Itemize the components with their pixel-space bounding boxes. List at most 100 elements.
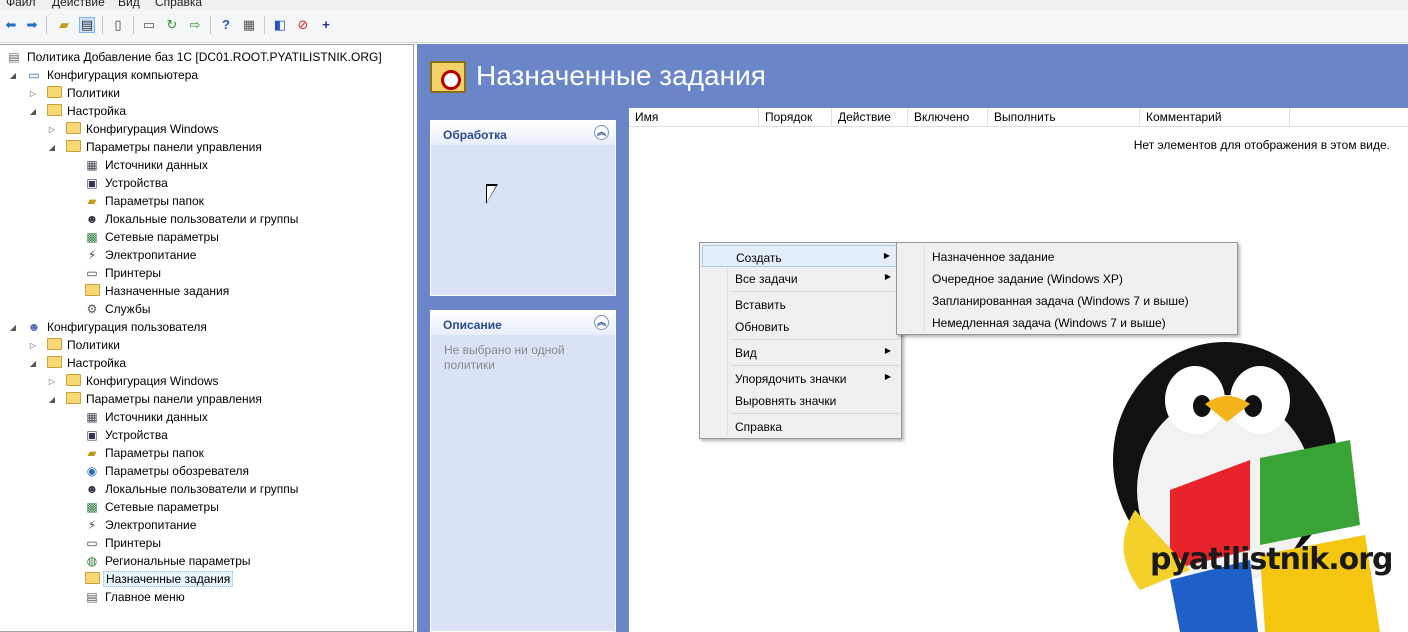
- export-icon[interactable]: ⇨: [187, 17, 203, 33]
- tree-u-printers[interactable]: ▭ Принтеры: [84, 534, 163, 552]
- menu-item-arrange-icons[interactable]: Упорядочить значки ▶: [702, 367, 899, 389]
- tree-c-local-users[interactable]: ☻ Локальные пользователи и группы: [84, 210, 300, 228]
- collapse-arrow-icon[interactable]: ◢: [47, 395, 57, 404]
- column-enabled[interactable]: Включено: [908, 108, 988, 127]
- tree-u-policies[interactable]: ▷ Политики: [28, 336, 122, 354]
- menu-help[interactable]: Справка: [155, 0, 202, 9]
- browser-icon: ◉: [86, 464, 98, 478]
- column-name[interactable]: Имя: [629, 108, 759, 127]
- tree-u-devices[interactable]: ▣ Устройства: [84, 426, 170, 444]
- expand-arrow-icon[interactable]: ▷: [28, 89, 38, 98]
- tree-u-regional[interactable]: ◍ Региональные параметры: [84, 552, 253, 570]
- menu-separator: [731, 413, 899, 414]
- help-icon[interactable]: ?: [218, 17, 234, 33]
- tree-c-devices[interactable]: ▣ Устройства: [84, 174, 170, 192]
- tree-root[interactable]: ▤ Политика Добавление баз 1С [DC01.ROOT.…: [6, 48, 384, 66]
- menu-separator: [731, 339, 899, 340]
- submenu-scheduled-win7[interactable]: Запланированная задача (Windows 7 и выше…: [899, 289, 1235, 311]
- submenu-arrow-icon: ▶: [884, 372, 891, 381]
- watermark-text: pyatilistnik.org: [1150, 542, 1394, 577]
- toolbar-separator: [46, 16, 47, 34]
- clipboard-icon[interactable]: ▯: [110, 17, 126, 33]
- menu-item-view[interactable]: Вид ▶: [702, 341, 899, 363]
- tree-u-data-sources[interactable]: ▦ Источники данных: [84, 408, 210, 426]
- tree-u-folder-options[interactable]: ▰ Параметры папок: [84, 444, 206, 462]
- menu-action[interactable]: Действие: [52, 0, 105, 9]
- collapse-arrow-icon[interactable]: ◢: [28, 107, 38, 116]
- collapse-arrow-icon[interactable]: ◢: [8, 71, 18, 80]
- page-title: Назначенные задания: [476, 60, 766, 91]
- collapse-chevron-icon[interactable]: ︽: [594, 315, 609, 330]
- submenu-immediate-xp[interactable]: Очередное задание (Windows XP): [899, 267, 1235, 289]
- tree-c-settings[interactable]: ◢ Настройка: [28, 102, 128, 120]
- tree-u-local-users[interactable]: ☻ Локальные пользователи и группы: [84, 480, 300, 498]
- menu-item-all-tasks[interactable]: Все задачи ▶: [702, 267, 899, 289]
- back-icon[interactable]: ⬅: [3, 17, 19, 33]
- console-tree: ▤ Политика Добавление баз 1С [DC01.ROOT.…: [0, 44, 414, 632]
- menu-item-refresh[interactable]: Обновить: [702, 315, 899, 337]
- tree-u-windows-config[interactable]: ▷ Конфигурация Windows: [47, 372, 221, 390]
- tree-c-network[interactable]: ▩ Сетевые параметры: [84, 228, 221, 246]
- collapse-chevron-icon[interactable]: ︽: [594, 125, 609, 140]
- tree-c-folder-options[interactable]: ▰ Параметры папок: [84, 192, 206, 210]
- up-folder-icon[interactable]: ▰: [56, 17, 72, 33]
- tree-c-data-sources[interactable]: ▦ Источники данных: [84, 156, 210, 174]
- folder-icon: [46, 86, 62, 100]
- column-action[interactable]: Действие: [832, 108, 908, 127]
- folder-icon: [65, 122, 81, 136]
- tree-u-browser-settings[interactable]: ◉ Параметры обозревателя: [84, 462, 251, 480]
- expand-arrow-icon[interactable]: ▷: [47, 377, 57, 386]
- collapse-arrow-icon[interactable]: ◢: [28, 359, 38, 368]
- folder-icon: [65, 374, 81, 388]
- menu-item-help[interactable]: Справка: [702, 415, 899, 437]
- submenu-scheduled-task[interactable]: Назначенное задание: [899, 245, 1235, 267]
- tree-c-control-panel[interactable]: ◢ Параметры панели управления: [47, 138, 264, 156]
- tree-c-windows-config[interactable]: ▷ Конфигурация Windows: [47, 120, 221, 138]
- toolbar-separator: [264, 16, 265, 34]
- menu-item-create[interactable]: Создать ▶: [702, 245, 899, 267]
- description-text: Не выбрано ни одной политики: [444, 343, 565, 372]
- collapse-arrow-icon[interactable]: ◢: [47, 143, 57, 152]
- tree-computer-config[interactable]: ◢ ▭ Конфигурация компьютера: [8, 66, 200, 84]
- submenu-arrow-icon: ▶: [883, 251, 890, 260]
- tree-c-printers[interactable]: ▭ Принтеры: [84, 264, 163, 282]
- submenu-immediate-win7[interactable]: Немедленная задача (Windows 7 и выше): [899, 311, 1235, 333]
- properties-icon[interactable]: ▦: [241, 17, 257, 33]
- print-icon[interactable]: ▭: [141, 17, 157, 33]
- collapse-arrow-icon[interactable]: ◢: [8, 323, 18, 332]
- menu-item-line-up-icons[interactable]: Выровнять значки: [702, 389, 899, 411]
- forward-icon[interactable]: ➡: [24, 17, 40, 33]
- tree-c-power[interactable]: ⚡ Электропитание: [84, 246, 198, 264]
- tree-u-settings[interactable]: ◢ Настройка: [28, 354, 128, 372]
- tree-u-start-menu[interactable]: ▤ Главное меню: [84, 588, 187, 606]
- processing-panel: Обработка ︽: [430, 120, 616, 296]
- expand-arrow-icon[interactable]: ▷: [47, 125, 57, 134]
- column-comment[interactable]: Комментарий: [1140, 108, 1290, 127]
- globe-icon: ◍: [86, 554, 98, 568]
- processing-header[interactable]: Обработка ︽: [431, 121, 615, 145]
- expand-arrow-icon[interactable]: ▷: [28, 341, 38, 350]
- tree-c-scheduled-tasks[interactable]: Назначенные задания: [84, 282, 231, 300]
- tree-u-control-panel[interactable]: ◢ Параметры панели управления: [47, 390, 264, 408]
- tree-c-services[interactable]: ⚙ Службы: [84, 300, 152, 318]
- add-icon[interactable]: +: [318, 17, 334, 33]
- folder-options-icon: ▰: [87, 446, 97, 460]
- show-tree-icon[interactable]: ▤: [79, 17, 95, 33]
- tree-user-config[interactable]: ◢ ☻ Конфигурация пользователя: [8, 318, 209, 336]
- printer-icon: ▭: [86, 536, 98, 550]
- tree-u-power[interactable]: ⚡ Электропитание: [84, 516, 198, 534]
- disable-icon[interactable]: ⊘: [295, 17, 311, 33]
- menu-item-paste[interactable]: Вставить: [702, 293, 899, 315]
- refresh-icon[interactable]: ↻: [164, 17, 180, 33]
- menu-file[interactable]: Файл: [6, 0, 36, 9]
- users-icon: ☻: [85, 482, 99, 496]
- tree-u-network[interactable]: ▩ Сетевые параметры: [84, 498, 221, 516]
- new-item-icon[interactable]: ◧: [272, 17, 288, 33]
- tree-u-scheduled-tasks[interactable]: Назначенные задания: [84, 570, 234, 588]
- column-run[interactable]: Выполнить: [988, 108, 1140, 127]
- column-order[interactable]: Порядок: [759, 108, 832, 127]
- tree-c-policies[interactable]: ▷ Политики: [28, 84, 122, 102]
- description-header[interactable]: Описание ︽: [431, 311, 615, 335]
- menu-view[interactable]: Вид: [118, 0, 140, 9]
- power-icon: ⚡: [87, 518, 97, 532]
